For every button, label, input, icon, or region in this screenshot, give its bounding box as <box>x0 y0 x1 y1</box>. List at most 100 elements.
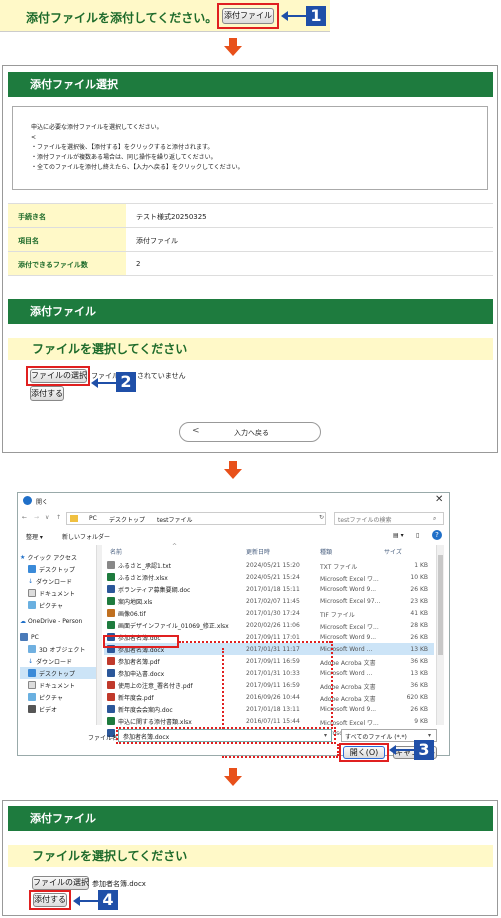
file-type: Microsoft Word 9... <box>320 706 377 713</box>
nav-item-desktop-pc[interactable]: デスクトップ <box>20 667 96 679</box>
nav-item-onedrive[interactable]: ☁ OneDrive - Person <box>20 615 96 627</box>
file-row[interactable]: ふるさと_承認1.txt 2024/05/21 15:20 TXT ファイル 1 KB <box>104 559 434 571</box>
file-name: 画面デザインファイル_01069_修正.xlsx <box>118 622 229 630</box>
nav-item-downloads-pc[interactable]: ↓ ダウンロード <box>20 655 96 667</box>
file-icon <box>107 597 115 605</box>
arrow-line <box>288 15 306 17</box>
file-date: 2017/01/31 11:17 <box>246 646 300 653</box>
attach-button[interactable]: 添付する <box>30 386 64 401</box>
file-row[interactable]: 申込に関する添付書類.xlsx 2016/07/11 15:44 Microsoft… <box>104 715 434 727</box>
search-input[interactable]: testファイルの検索 ⌕ <box>334 512 444 525</box>
nav-item-desktop[interactable]: デスクトップ <box>20 563 96 575</box>
file-icon <box>107 669 115 677</box>
up-arrow-icon[interactable]: ↑ <box>56 514 61 521</box>
file-name: ボランティア募集要綱.doc <box>118 586 191 594</box>
recent-chevron-icon[interactable]: ∨ <box>45 514 49 521</box>
file-name: 参加者名簿.pdf <box>118 658 160 666</box>
nav-item-pictures-pc[interactable]: ピクチャ <box>20 691 96 703</box>
file-size: 1 KB <box>414 562 428 569</box>
path-segment[interactable]: デスクトップ <box>109 515 145 524</box>
attach-file-button[interactable]: 添付ファイル <box>222 8 274 24</box>
file-name: ふるさと添付.xlsx <box>118 574 168 582</box>
star-icon: ★ <box>20 553 26 561</box>
down-arrow-stem <box>229 768 237 776</box>
view-options-icon[interactable]: ▤ ▾ <box>393 532 404 539</box>
file-type: Microsoft Excel ワ... <box>320 624 379 631</box>
file-date: 2017/01/18 15:11 <box>246 586 300 593</box>
file-name: 画像06.tif <box>118 610 146 618</box>
filter-value: すべてのファイル (*.*) <box>345 734 407 741</box>
close-icon[interactable]: ✕ <box>435 494 443 505</box>
file-row[interactable]: 新年度会.pdf 2016/09/26 10:44 Adobe Acroba 文書 6… <box>104 691 434 703</box>
nav-item-3d[interactable]: 3D オブジェクト <box>20 643 96 655</box>
nav-item-documents-pc[interactable]: ドキュメント <box>20 679 96 691</box>
open-button[interactable]: 開く(O) <box>343 746 385 759</box>
chevron-down-icon: ▾ <box>428 732 432 739</box>
nav-item-downloads[interactable]: ↓ ダウンロード <box>20 575 96 587</box>
file-row[interactable]: 参加申込書.docx 2017/01/31 10:33 Microsoft Word… <box>104 667 434 679</box>
file-row[interactable]: 使用上の注意_署名付き.pdf 2017/09/11 16:59 Adobe Acr… <box>104 679 434 691</box>
desktop-icon <box>28 565 36 573</box>
nav-item-videos[interactable]: ビデオ <box>20 703 96 715</box>
back-arrow-icon[interactable]: ← <box>22 514 27 521</box>
info-label: 添付できるファイル数 <box>8 252 126 275</box>
file-date: 2024/05/21 15:20 <box>246 562 300 569</box>
instruction-line: ・添付ファイルが複数ある場合は、同じ操作を繰り返してください。 <box>31 154 217 161</box>
instruction-line: 申込に必要な添付ファイルを選択してください。 <box>31 124 163 131</box>
choose-file-button[interactable]: ファイルの選択 <box>30 369 87 383</box>
callout-3: 3 <box>414 740 434 760</box>
down-arrow-icon <box>224 46 242 56</box>
file-type: Microsoft Excel ワ... <box>320 576 379 583</box>
file-size: 26 KB <box>410 586 428 593</box>
file-name: 新年度会会案内.doc <box>118 706 173 714</box>
back-to-input-button[interactable]: < 入力へ戻る <box>179 422 321 442</box>
refresh-icon[interactable]: ↻ <box>319 514 324 521</box>
nav-item-quick-access[interactable]: ★ クイック アクセス <box>20 551 96 563</box>
column-name[interactable]: 名前 <box>110 547 122 556</box>
file-row[interactable]: 画像06.tif 2017/01/30 17:24 TIF ファイル 41 KB <box>104 607 434 619</box>
file-scrollbar[interactable] <box>436 545 444 725</box>
info-row: 添付できるファイル数 2 <box>8 252 493 276</box>
instruction-line: ・全てのファイルを添付し終えたら、【入力へ戻る】をクリックしてください。 <box>31 164 244 171</box>
arrow-icon <box>91 378 98 388</box>
file-size: 9 KB <box>414 718 428 725</box>
file-type: Adobe Acroba 文書 <box>320 684 376 691</box>
path-segment[interactable]: testファイル <box>157 515 193 524</box>
instruction-line: ・ファイルを選択後、【添付する】をクリックすると添付されます。 <box>31 144 214 151</box>
result-attach-button[interactable]: 添付する <box>33 893 67 907</box>
result-choose-file-button[interactable]: ファイルの選択 <box>32 876 89 890</box>
file-row[interactable]: 画面デザインファイル_01069_修正.xlsx 2020/02/26 11:06… <box>104 619 434 631</box>
new-folder-button[interactable]: 新しいフォルダー <box>62 532 110 541</box>
info-value: 2 <box>136 260 141 268</box>
path-box[interactable]: PC デスクトップ testファイル <box>66 512 326 525</box>
info-label: 手続き名 <box>8 204 126 227</box>
organize-menu[interactable]: 整理 ▾ <box>26 532 43 541</box>
callout-2: 2 <box>116 372 136 392</box>
column-date[interactable]: 更新日時 <box>246 547 270 556</box>
column-size[interactable]: サイズ <box>384 547 402 556</box>
nav-item-pc[interactable]: PC <box>20 631 96 643</box>
file-row[interactable]: 参加者名簿.pdf 2017/09/11 16:59 Adobe Acroba 文書… <box>104 655 434 667</box>
file-type: TIF ファイル <box>320 612 355 619</box>
nav-scrollbar[interactable] <box>96 545 102 725</box>
callout-1: 1 <box>306 6 326 26</box>
nav-label: デスクトップ <box>39 670 76 678</box>
file-icon <box>107 585 115 593</box>
file-row[interactable]: ボランティア募集要綱.doc 2017/01/18 15:11 Microsoft … <box>104 583 434 595</box>
page-title: 添付ファイル選択 <box>8 72 493 97</box>
file-icon <box>107 693 115 701</box>
file-size: 41 KB <box>410 610 428 617</box>
file-date: 2016/09/26 10:44 <box>246 694 300 701</box>
nav-item-documents[interactable]: ドキュメント <box>20 587 96 599</box>
help-icon[interactable]: ? <box>432 530 442 540</box>
file-row[interactable]: 案内地図.xls 2017/02/07 11:45 Microsoft Excel … <box>104 595 434 607</box>
path-segment[interactable]: PC <box>89 515 97 522</box>
forward-arrow-icon[interactable]: → <box>34 514 39 521</box>
file-row[interactable]: ふるさと添付.xlsx 2024/05/21 15:24 Microsoft Exc… <box>104 571 434 583</box>
dialog-title: 開く <box>36 499 49 506</box>
scroll-thumb[interactable] <box>438 555 443 655</box>
nav-item-pictures[interactable]: ピクチャ <box>20 599 96 611</box>
preview-pane-icon[interactable]: ▯ <box>416 532 419 539</box>
file-row[interactable]: 新年度会会案内.doc 2017/01/18 13:11 Microsoft Wor… <box>104 703 434 715</box>
column-type[interactable]: 種類 <box>320 547 332 556</box>
